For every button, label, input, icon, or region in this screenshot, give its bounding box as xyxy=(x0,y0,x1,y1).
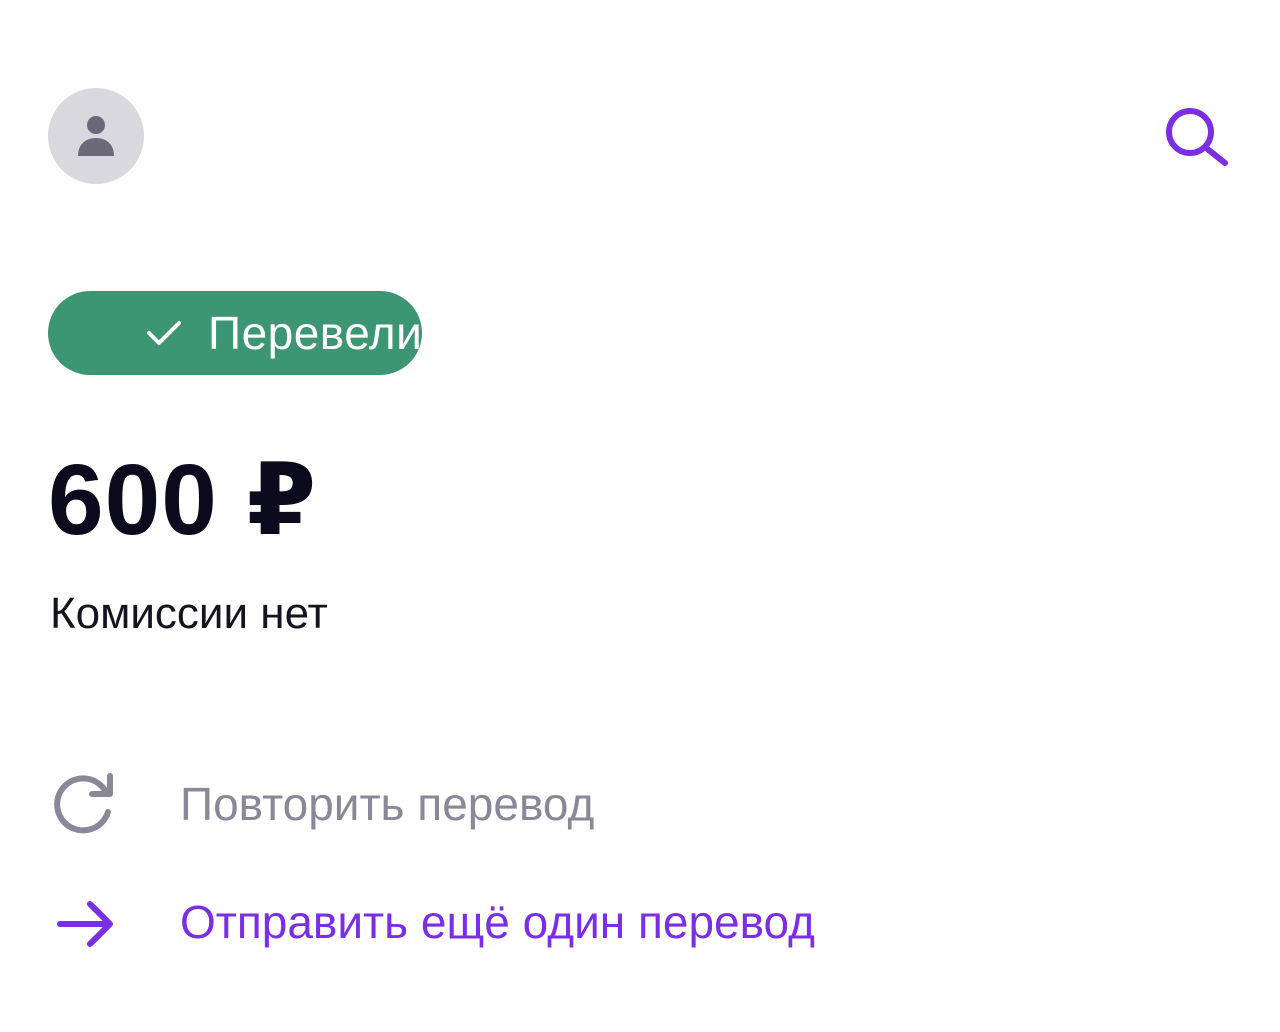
repeat-transfer-button[interactable]: Повторить перевод xyxy=(48,764,948,844)
send-another-transfer-button[interactable]: Отправить ещё один перевод xyxy=(48,882,948,962)
check-icon xyxy=(147,321,181,345)
refresh-icon xyxy=(54,773,113,834)
status-badge: Перевели xyxy=(48,291,422,375)
send-another-transfer-label: Отправить ещё один перевод xyxy=(180,896,815,948)
status-label: Перевели xyxy=(208,307,423,359)
transfer-amount: 600 ₽ xyxy=(48,444,318,556)
search-button[interactable] xyxy=(1158,100,1234,176)
transfer-success-screen: Перевели 600 ₽ Комиссии нет Повторить пе… xyxy=(0,0,1280,1032)
arrow-right-icon xyxy=(57,901,113,947)
repeat-transfer-label: Повторить перевод xyxy=(180,778,595,830)
fee-info: Комиссии нет xyxy=(50,589,328,638)
person-icon xyxy=(78,116,114,156)
search-icon xyxy=(1166,108,1228,166)
profile-avatar-button[interactable] xyxy=(48,88,144,184)
